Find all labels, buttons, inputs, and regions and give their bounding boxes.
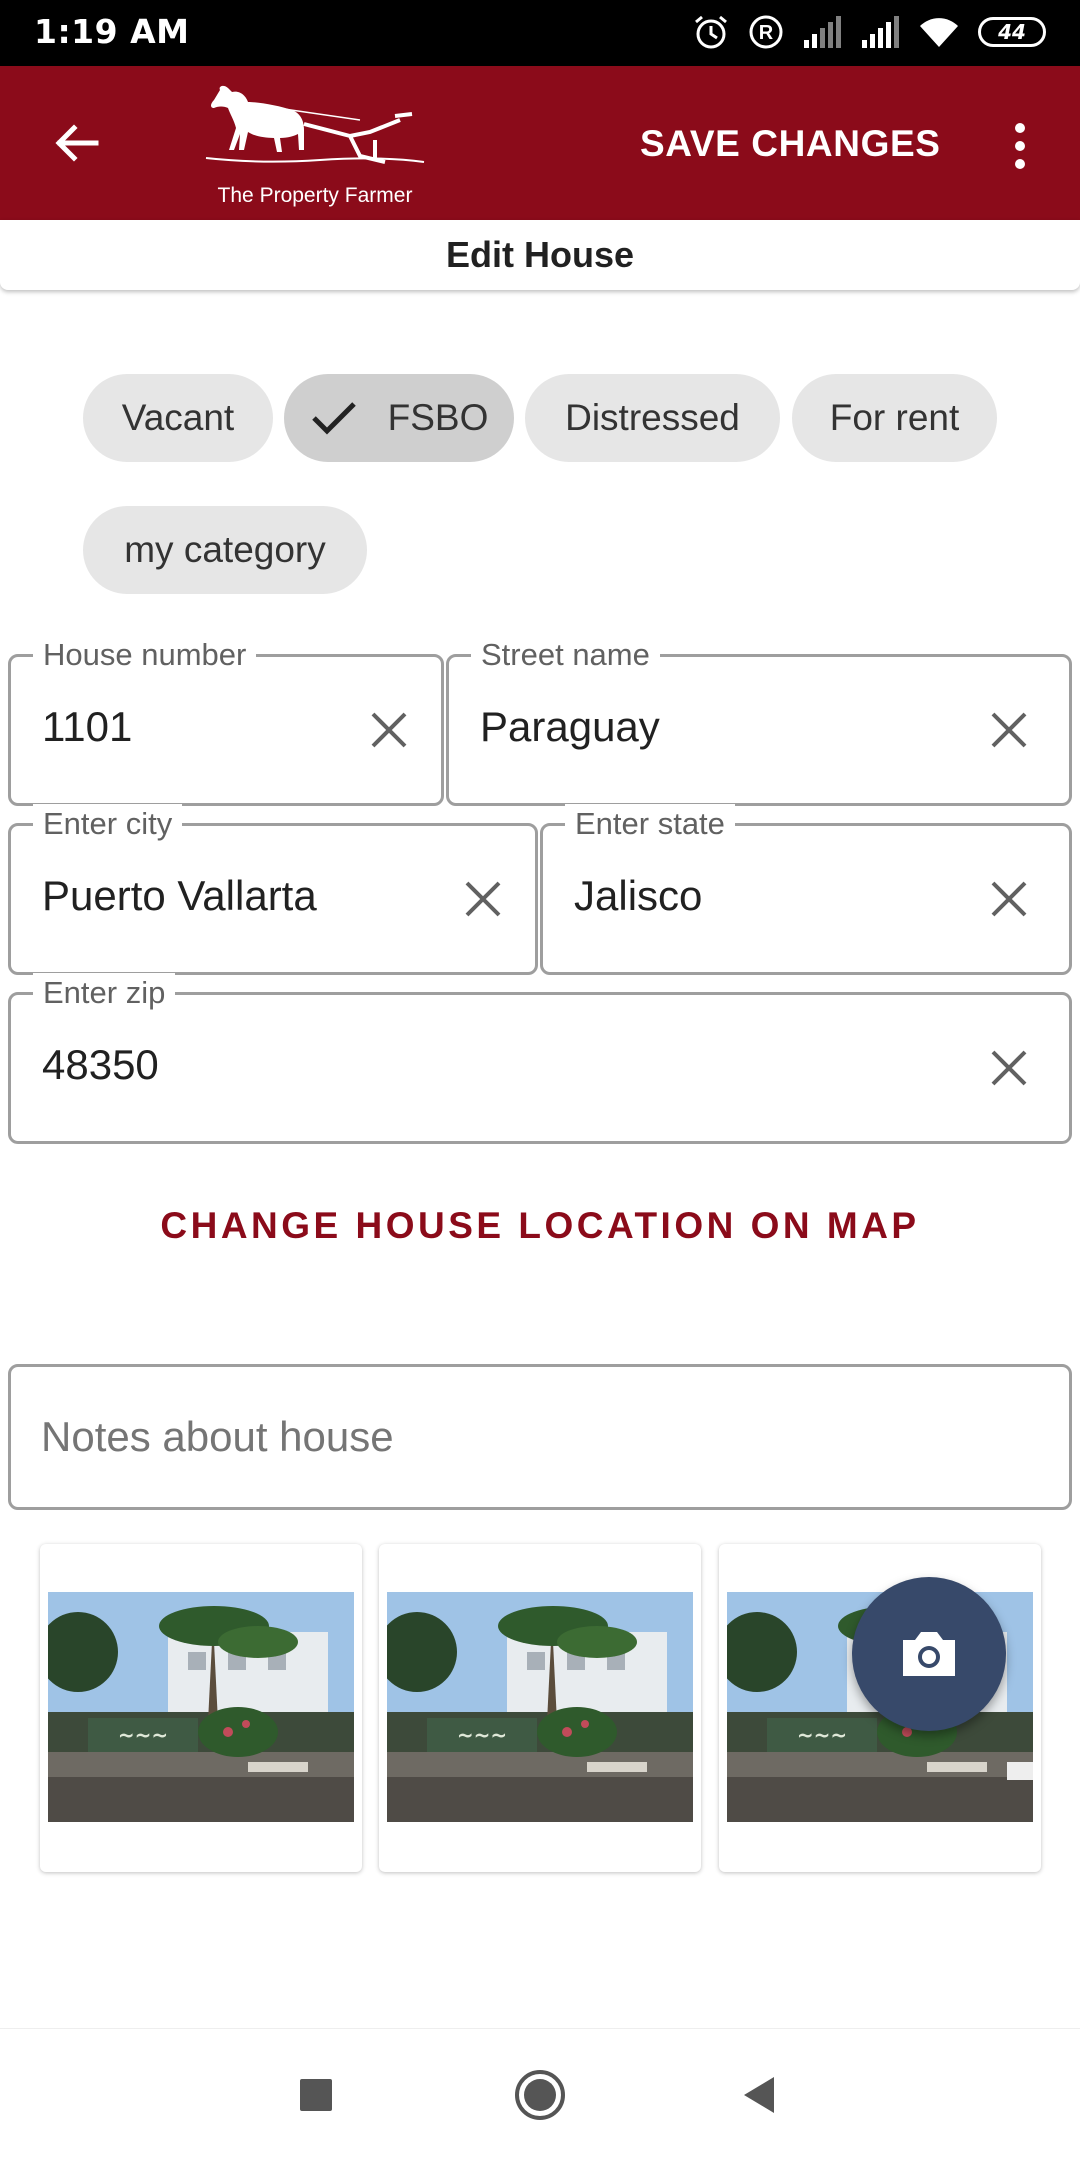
house-number-label: House number bbox=[33, 635, 257, 675]
arrow-back-icon bbox=[55, 124, 99, 162]
chip-for-rent[interactable]: For rent bbox=[792, 374, 997, 462]
chip-label: my category bbox=[124, 529, 326, 570]
zip-value[interactable]: 48350 bbox=[42, 1041, 159, 1089]
state-field[interactable]: Enter state Jalisco bbox=[540, 804, 1072, 975]
wifi-icon bbox=[920, 18, 958, 47]
house-photo[interactable]: ~~~ bbox=[387, 1592, 693, 1822]
street-name-label: Street name bbox=[471, 635, 660, 675]
house-number-field[interactable]: House number 1101 bbox=[8, 635, 444, 806]
close-icon bbox=[371, 712, 407, 748]
svg-text:~~~: ~~~ bbox=[118, 1723, 168, 1747]
house-photo-image: ~~~ bbox=[387, 1592, 693, 1822]
back-button[interactable] bbox=[44, 110, 110, 176]
clear-city-button[interactable] bbox=[453, 869, 513, 929]
change-location-on-map-button[interactable]: CHANGE HOUSE LOCATION ON MAP bbox=[0, 1205, 1080, 1247]
status-bar: 1:19 AM R 44 bbox=[0, 0, 1080, 66]
notes-input[interactable] bbox=[41, 1407, 1021, 1467]
status-icons: R 44 bbox=[692, 12, 1046, 52]
status-time: 1:19 AM bbox=[34, 12, 190, 51]
more-vert-dot bbox=[1015, 141, 1025, 151]
edit-house-header: Edit House bbox=[0, 220, 1080, 290]
more-options-button[interactable] bbox=[990, 116, 1050, 176]
notes-field[interactable] bbox=[8, 1364, 1072, 1510]
close-icon bbox=[991, 712, 1027, 748]
street-name-value[interactable]: Paraguay bbox=[480, 703, 660, 751]
svg-text:R: R bbox=[759, 22, 774, 44]
clear-house-number-button[interactable] bbox=[359, 700, 419, 760]
more-vert-dot bbox=[1015, 159, 1025, 169]
clear-state-button[interactable] bbox=[979, 869, 1039, 929]
zip-label: Enter zip bbox=[33, 973, 176, 1013]
more-vert-icon bbox=[1015, 123, 1025, 133]
page-title: Edit House bbox=[445, 234, 634, 275]
logo-text: The Property Farmer bbox=[217, 184, 413, 207]
chip-label: Vacant bbox=[121, 397, 235, 438]
battery-icon: 44 bbox=[978, 17, 1046, 47]
city-value[interactable]: Puerto Vallarta bbox=[42, 872, 317, 920]
triangle-back-icon bbox=[744, 2077, 774, 2113]
state-label: Enter state bbox=[565, 804, 735, 844]
house-number-value[interactable]: 1101 bbox=[42, 703, 132, 751]
chip-label: For rent bbox=[829, 397, 960, 438]
registered-icon: R bbox=[749, 15, 783, 49]
signal-icon bbox=[804, 16, 841, 48]
system-nav-bar bbox=[0, 2028, 1080, 2160]
svg-text:~~~: ~~~ bbox=[457, 1723, 507, 1747]
clear-street-name-button[interactable] bbox=[979, 700, 1039, 760]
state-value[interactable]: Jalisco bbox=[574, 872, 702, 920]
close-icon bbox=[991, 881, 1027, 917]
zip-field[interactable]: Enter zip 48350 bbox=[8, 973, 1072, 1144]
city-field[interactable]: Enter city Puerto Vallarta bbox=[8, 804, 538, 975]
chip-my-category[interactable]: my category bbox=[83, 506, 367, 594]
square-icon bbox=[300, 2079, 332, 2111]
photo-card[interactable]: ~~~ bbox=[379, 1544, 701, 1872]
chip-distressed[interactable]: Distressed bbox=[525, 374, 780, 462]
street-name-field[interactable]: Street name Paraguay bbox=[446, 635, 1072, 806]
home-circle-icon bbox=[515, 2070, 565, 2120]
battery-level: 44 bbox=[998, 20, 1026, 44]
app-bar: The Property Farmer SAVE CHANGES bbox=[0, 66, 1080, 220]
chip-fsbo[interactable]: FSBO bbox=[284, 374, 514, 462]
recents-button[interactable] bbox=[284, 2063, 348, 2127]
house-photo-image: ~~~ bbox=[48, 1592, 354, 1822]
chip-label: FSBO bbox=[387, 397, 489, 438]
close-icon bbox=[465, 881, 501, 917]
save-changes-button[interactable]: SAVE CHANGES bbox=[640, 114, 941, 174]
check-icon bbox=[310, 398, 358, 438]
clear-zip-button[interactable] bbox=[979, 1038, 1039, 1098]
home-button[interactable] bbox=[508, 2063, 572, 2127]
house-photo[interactable]: ~~~ bbox=[48, 1592, 354, 1822]
camera-icon bbox=[903, 1632, 955, 1676]
alarm-icon bbox=[695, 15, 727, 49]
city-label: Enter city bbox=[33, 804, 183, 844]
horse-plow-logo-icon bbox=[205, 85, 425, 164]
svg-text:~~~: ~~~ bbox=[797, 1723, 847, 1747]
signal-icon bbox=[862, 16, 899, 48]
back-nav-button[interactable] bbox=[728, 2063, 792, 2127]
chip-label: Distressed bbox=[565, 397, 740, 438]
app-logo: The Property Farmer bbox=[200, 80, 430, 210]
photo-card[interactable]: ~~~ bbox=[40, 1544, 362, 1872]
add-photo-camera-button[interactable] bbox=[852, 1577, 1006, 1731]
close-icon bbox=[991, 1050, 1027, 1086]
chip-vacant[interactable]: Vacant bbox=[83, 374, 273, 462]
